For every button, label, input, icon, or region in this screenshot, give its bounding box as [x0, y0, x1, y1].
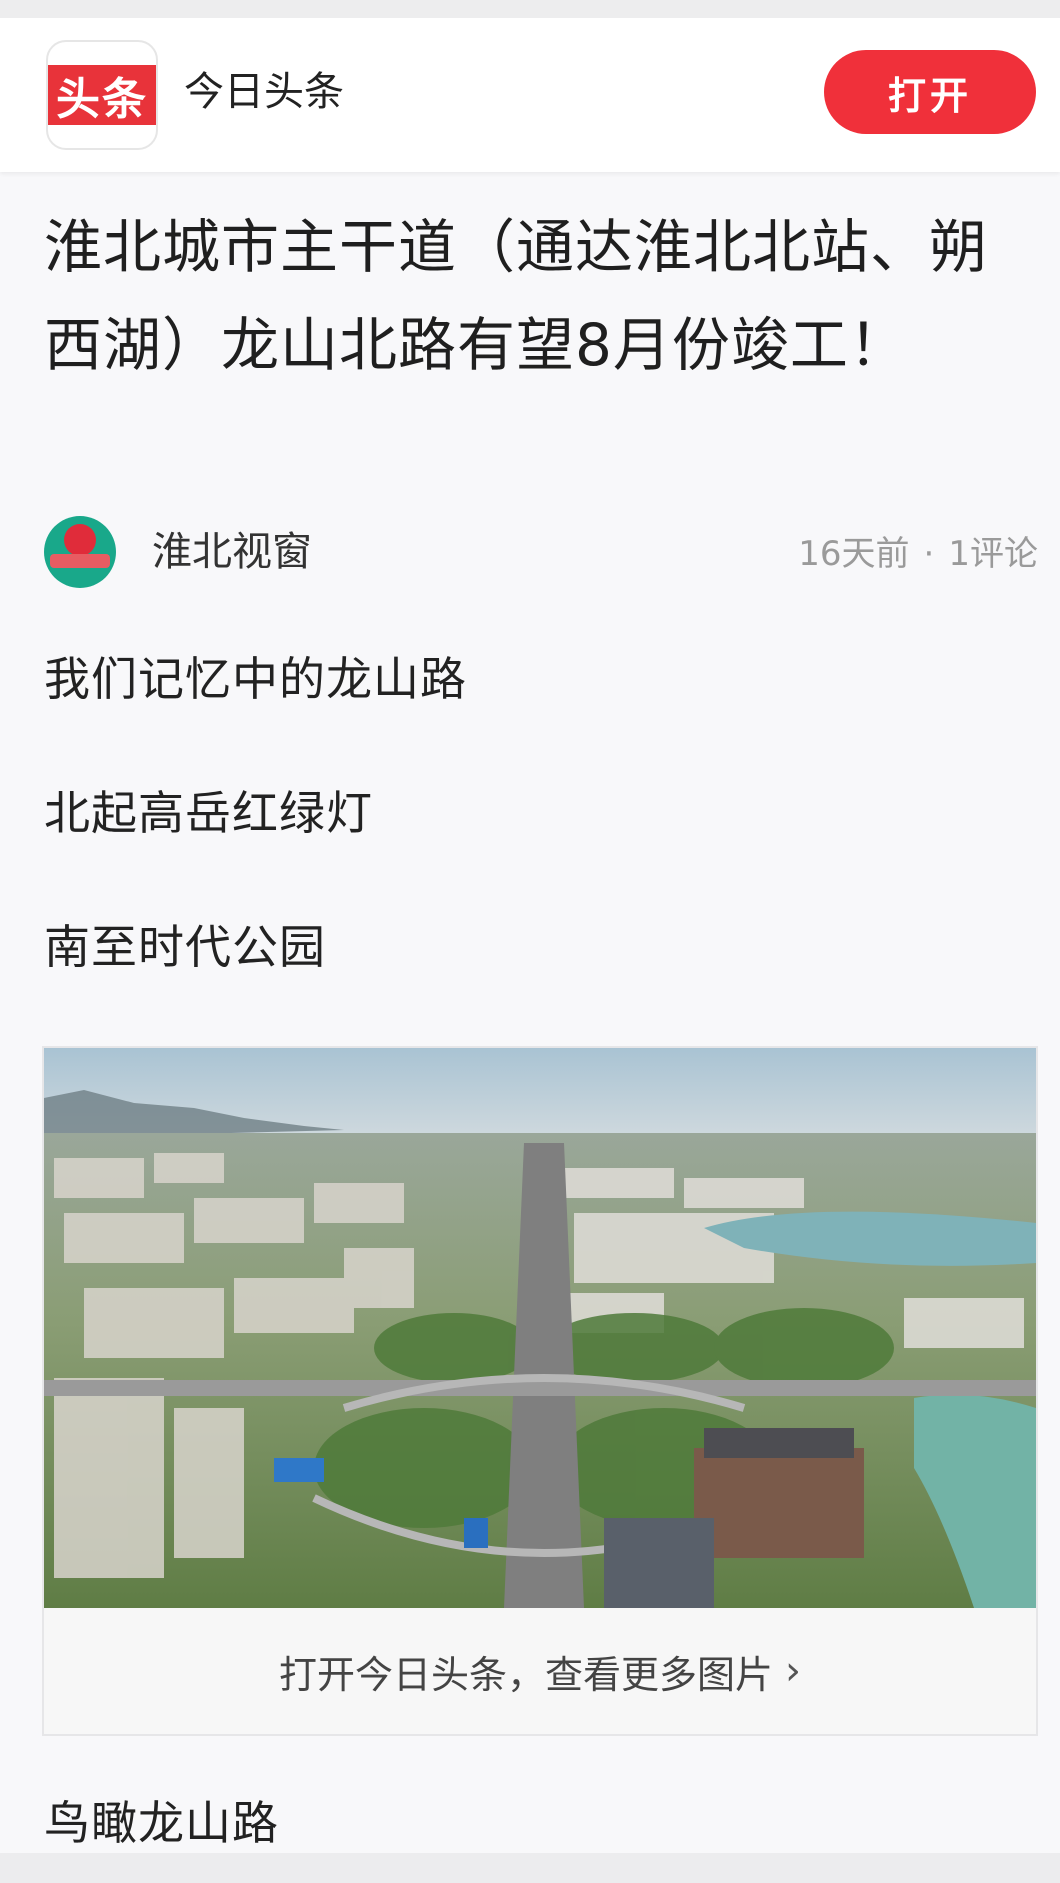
- author-name[interactable]: 淮北视窗: [152, 526, 312, 578]
- aerial-photo[interactable]: [44, 1048, 1036, 1608]
- app-name: 今日头条: [184, 69, 344, 115]
- paragraph: 我们记忆中的龙山路: [44, 652, 467, 706]
- meta-info: 16天前 · 1评论: [798, 530, 1038, 578]
- publish-time: 16天前: [798, 534, 910, 574]
- article-meta: 淮北视窗 16天前 · 1评论: [44, 516, 1038, 592]
- avatar-badge-shape: [64, 524, 96, 556]
- open-app-button[interactable]: 打开: [824, 50, 1036, 134]
- paragraph: 鸟瞰龙山路: [44, 1796, 279, 1850]
- aerial-photo-illustration: [44, 1048, 1036, 1608]
- author-avatar[interactable]: [44, 516, 116, 588]
- app-banner: 头条 今日头条 打开: [0, 0, 1060, 172]
- avatar-band-shape: [50, 554, 110, 568]
- image-card[interactable]: 打开今日头条，查看更多图片 ›: [42, 1046, 1038, 1736]
- more-images-link[interactable]: 打开今日头条，查看更多图片 ›: [44, 1608, 1036, 1734]
- meta-separator: ·: [923, 534, 935, 574]
- paragraph: 南至时代公园: [44, 920, 326, 974]
- more-images-label: 打开今日头条，查看更多图片: [278, 1652, 773, 1697]
- bottom-edge: [0, 1853, 1060, 1883]
- comment-count[interactable]: 1评论: [948, 534, 1038, 574]
- article-title: 淮北城市主干道（通达淮北北站、朔西湖）龙山北路有望8月份竣工！: [44, 213, 989, 379]
- chevron-right-icon: ›: [785, 1648, 801, 1694]
- paragraph: 北起高岳红绿灯: [44, 786, 373, 840]
- toutiao-logo-text: 头条: [48, 65, 156, 125]
- toutiao-logo[interactable]: 头条: [46, 40, 158, 150]
- page: 头条 今日头条 打开 淮北城市主干道（通达淮北北站、朔西湖）龙山北路有望8月份竣…: [0, 0, 1060, 1883]
